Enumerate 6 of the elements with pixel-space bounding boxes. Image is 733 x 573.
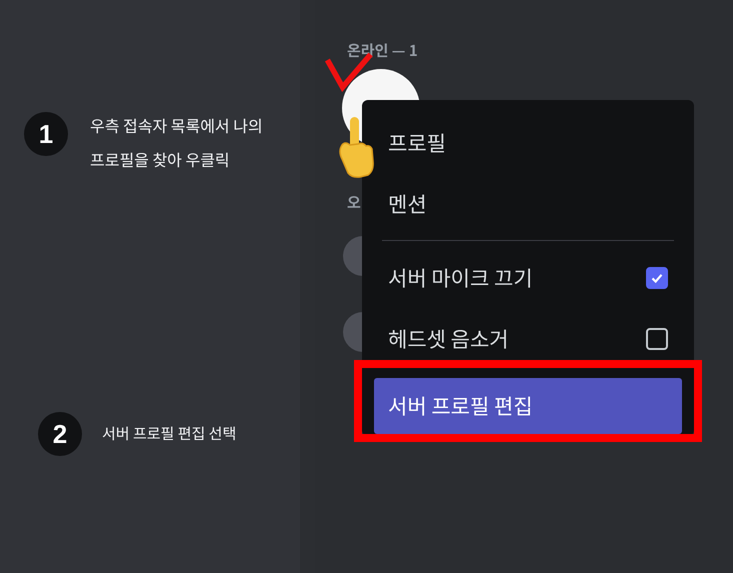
step-instruction: 서버 프로필 편집 선택 [102,422,236,446]
step-number: 2 [38,412,82,456]
offline-header: 오 [347,192,361,215]
step-instruction: 우측 접속자 목록에서 나의 프로필을 찾아 우클릭 [90,112,263,173]
online-header: 온라인 — 1 [347,40,419,63]
step-number: 1 [24,112,68,156]
